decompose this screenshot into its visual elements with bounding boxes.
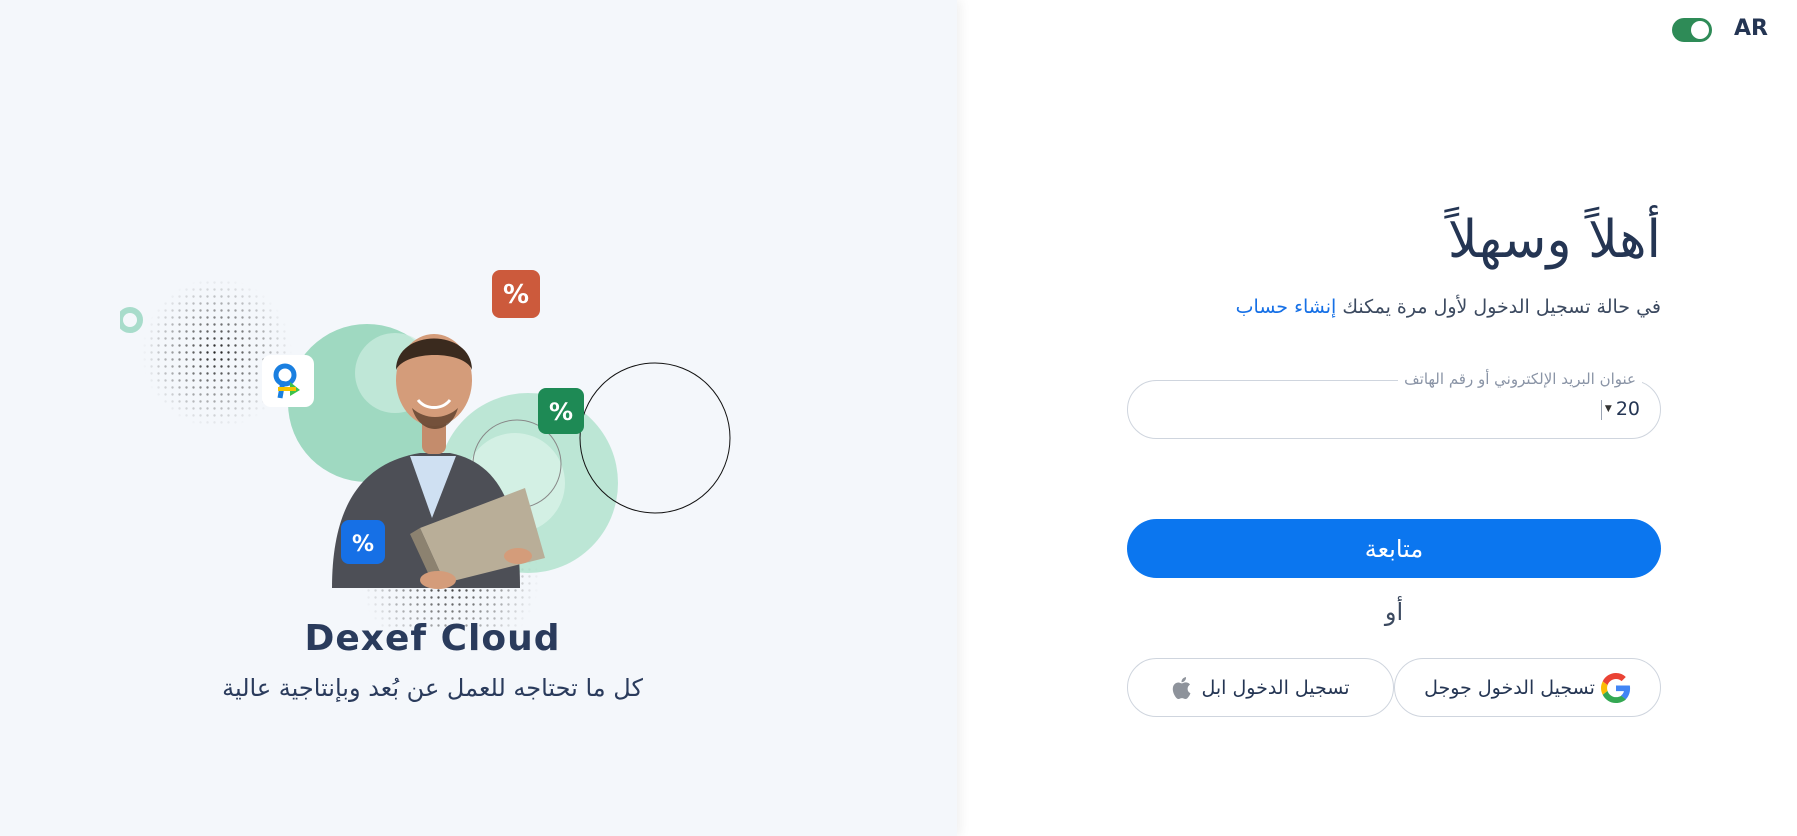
chevron-down-icon: ▼ xyxy=(1604,404,1612,414)
app-tile-maps xyxy=(262,355,314,407)
toggle-knob xyxy=(1691,21,1709,39)
identifier-input[interactable] xyxy=(1148,393,1594,427)
brand-tagline: كل ما تحتاجه للعمل عن بُعد وبإنتاجية عال… xyxy=(222,674,643,702)
identifier-field[interactable]: عنوان البريد الإلكتروني أو رقم الهاتف 20… xyxy=(1127,370,1661,439)
brand-name: Dexef Cloud xyxy=(304,618,561,659)
signup-prompt: في حالة تسجيل الدخول لأول مرة يمكنك إنشا… xyxy=(1236,296,1661,318)
decor-ring-small xyxy=(120,307,143,333)
signup-prompt-text: في حالة تسجيل الدخول لأول مرة يمكنك xyxy=(1342,296,1661,318)
app-tile-green: % xyxy=(538,388,584,434)
country-code-select[interactable]: 20 ▼ xyxy=(1605,398,1640,420)
language-label[interactable]: AR xyxy=(1734,16,1768,41)
app-tile-blue: % xyxy=(341,520,385,564)
continue-button[interactable]: متابعة xyxy=(1127,519,1661,578)
brand-panel: % % % Dexef Cloud كل ما تحتاجه للعمل عن … xyxy=(0,0,957,836)
apple-icon xyxy=(1173,676,1191,699)
field-divider xyxy=(1601,400,1602,420)
create-account-link[interactable]: إنشاء حساب xyxy=(1236,296,1337,318)
apple-login-label: تسجيل الدخول ابل xyxy=(1201,676,1350,699)
svg-text:%: % xyxy=(503,280,529,310)
google-login-label: تسجيل الدخول جوجل xyxy=(1424,676,1595,699)
apple-login-button[interactable]: تسجيل الدخول ابل xyxy=(1127,658,1394,717)
google-icon xyxy=(1600,672,1630,703)
identifier-label: عنوان البريد الإلكتروني أو رقم الهاتف xyxy=(1398,370,1642,388)
app-tile-orange: % xyxy=(492,270,540,318)
svg-text:%: % xyxy=(549,398,573,426)
svg-text:%: % xyxy=(352,532,374,557)
page-title: أهلاً وسهلاً xyxy=(1447,210,1661,270)
language-toggle[interactable] xyxy=(1672,18,1712,42)
or-divider: أو xyxy=(1384,598,1404,626)
google-login-button[interactable]: تسجيل الدخول جوجل xyxy=(1394,658,1661,717)
country-code-value: 20 xyxy=(1615,398,1640,420)
hero-illustration: % % % xyxy=(120,270,731,628)
